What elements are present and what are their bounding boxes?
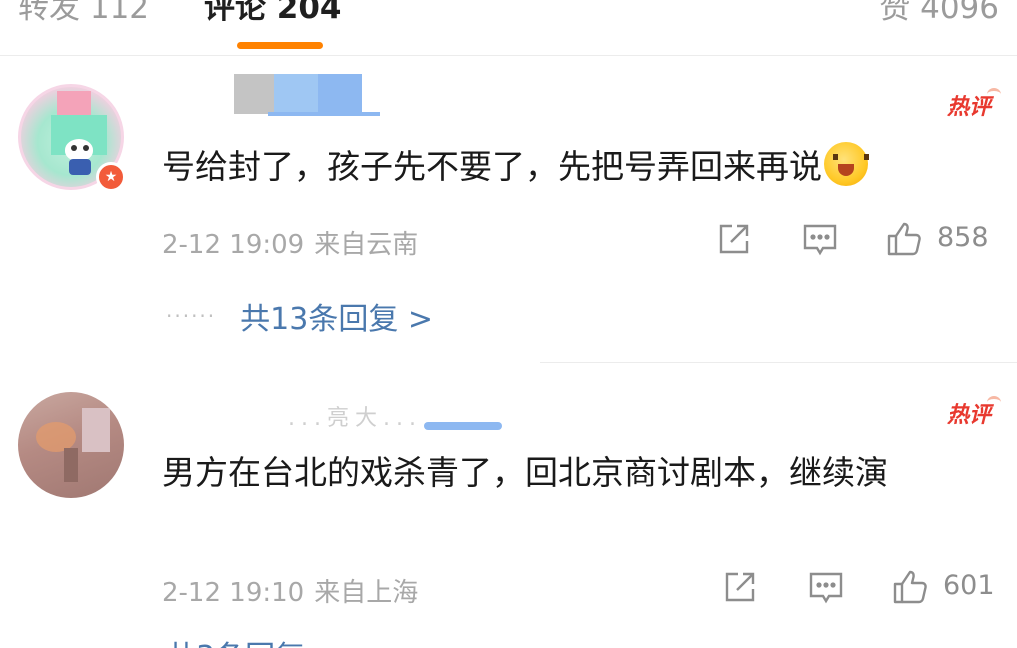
- like-button[interactable]: [891, 568, 929, 608]
- share-button[interactable]: [721, 568, 759, 608]
- star-badge-icon: ★: [96, 162, 126, 192]
- comment-icon: [803, 224, 837, 256]
- comment-location: 来自上海: [314, 578, 419, 608]
- comment-meta: 2-12 19:10 来自上海: [162, 572, 418, 609]
- tab-comments[interactable]: 评论 204: [204, 0, 342, 28]
- username-redacted[interactable]: ...亮大...: [288, 406, 518, 431]
- share-icon: [719, 224, 749, 254]
- thumbs-up-icon: [887, 222, 921, 256]
- comment-meta: 2-12 19:09 来自云南: [162, 224, 418, 261]
- share-button[interactable]: [715, 220, 753, 260]
- laughing-crying-emoji-icon: [824, 142, 869, 186]
- reply-button[interactable]: [801, 220, 839, 260]
- comment-location: 来自云南: [314, 230, 419, 260]
- tab-likes[interactable]: 赞 4096: [879, 0, 999, 28]
- comment-item: ★ 热评 号给封了，孩子先不要了，先把号弄回来再说 2-12 19:09 来自云南…: [0, 56, 1017, 364]
- reply-button[interactable]: [807, 568, 845, 608]
- like-button[interactable]: [885, 220, 923, 260]
- view-replies-link[interactable]: 共3条回复: [166, 632, 305, 648]
- share-icon: [725, 572, 755, 602]
- comment-actions: 601: [721, 568, 999, 608]
- like-count: 601: [943, 570, 995, 601]
- active-tab-indicator: [237, 42, 323, 49]
- comment-item: ...亮大... 热评 男方在台北的戏杀青了，回北京商讨剧本，继续演 2-12 …: [0, 364, 1017, 648]
- username-redacted[interactable]: [234, 74, 382, 116]
- tab-reposts[interactable]: 转发 112: [18, 0, 149, 28]
- comment-icon: [809, 572, 843, 604]
- replies-count-label: 共13条回复 >: [240, 302, 434, 337]
- avatar[interactable]: [18, 392, 124, 498]
- comment-date: 2-12 19:10: [162, 578, 305, 608]
- comment-text: 号给封了，孩子先不要了，先把号弄回来再说: [162, 142, 992, 192]
- thumbs-up-icon: [893, 570, 927, 604]
- comment-text: 男方在台北的戏杀青了，回北京商讨剧本，继续演: [162, 453, 888, 492]
- replies-count-label: 共3条回复: [166, 640, 305, 648]
- comment-actions: 858: [715, 220, 999, 260]
- hot-comment-badge: 热评: [946, 396, 1002, 428]
- comment-divider: [540, 362, 1017, 363]
- comment-tab-bar: 转发 112 评论 204 赞 4096: [0, 0, 1017, 56]
- view-replies-link[interactable]: ······ 共13条回复 >: [166, 294, 434, 337]
- hot-comment-badge: 热评: [946, 88, 1002, 120]
- comment-date: 2-12 19:09: [162, 230, 305, 260]
- like-count: 858: [937, 222, 989, 253]
